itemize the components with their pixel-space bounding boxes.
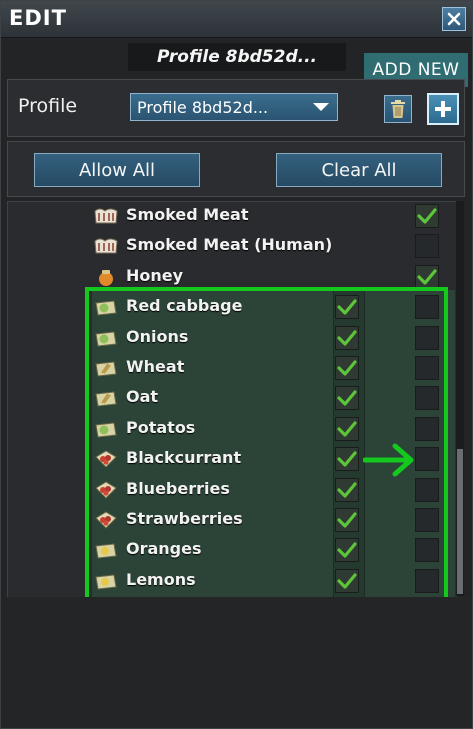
- allow-checkbox-right[interactable]: [415, 477, 439, 502]
- checkmark-icon: [337, 512, 357, 528]
- list-item: Red cabbage: [8, 292, 456, 322]
- allow-checkbox-left[interactable]: [335, 477, 359, 502]
- edit-window: EDIT Profile 8bd52d... ADD NEW Profile P…: [0, 0, 473, 729]
- berries-icon: [94, 509, 118, 531]
- allow-checkbox-left[interactable]: [335, 538, 359, 563]
- allow-checkbox-right[interactable]: [415, 234, 439, 259]
- allow-checkbox-left[interactable]: [335, 447, 359, 472]
- profile-panel: Profile Profile 8bd52d...: [7, 79, 465, 137]
- allow-checkbox-right[interactable]: [415, 568, 439, 593]
- grain-icon: [94, 387, 118, 409]
- window-title: EDIT: [9, 6, 67, 30]
- item-label: Blackcurrant: [126, 448, 242, 468]
- allow-checkbox-right[interactable]: [415, 447, 439, 472]
- checkmark-icon: [337, 299, 357, 315]
- fruit-icon: [94, 539, 118, 561]
- item-label: Blueberries: [126, 478, 230, 498]
- item-label: Red cabbage: [126, 296, 243, 316]
- checkmark-icon: [417, 208, 437, 224]
- list-item: Onions: [8, 323, 456, 353]
- allow-checkbox-right[interactable]: [415, 295, 439, 320]
- item-label: Oat: [126, 387, 159, 407]
- allow-checkbox-right[interactable]: [415, 386, 439, 411]
- allow-checkbox-right[interactable]: [415, 325, 439, 350]
- allow-checkbox-left[interactable]: [335, 416, 359, 441]
- vegetable-icon: [94, 327, 118, 349]
- grain-icon: [94, 357, 118, 379]
- allow-checkbox-right[interactable]: [415, 204, 439, 228]
- profile-label: Profile: [18, 95, 78, 117]
- meat-icon: [94, 235, 118, 257]
- berries-icon: [94, 448, 118, 470]
- list-item: Oat: [8, 383, 456, 413]
- item-label: Lemons: [126, 569, 196, 589]
- profile-dropdown[interactable]: Profile 8bd52d...: [130, 93, 338, 121]
- scrollbar[interactable]: [456, 201, 464, 596]
- checkmark-icon: [337, 542, 357, 558]
- list-item: Smoked Meat (Human): [8, 231, 456, 261]
- list-item: Wheat: [8, 353, 456, 383]
- list-item: Honey: [8, 262, 456, 292]
- checkmark-icon: [337, 481, 357, 498]
- allow-all-button[interactable]: Allow All: [34, 153, 200, 187]
- item-label: Smoked Meat: [126, 205, 249, 224]
- item-label: Smoked Meat (Human): [126, 235, 333, 255]
- vegetable-icon: [94, 296, 118, 318]
- checkmark-icon: [337, 329, 357, 346]
- delete-profile-button[interactable]: [384, 95, 412, 123]
- allow-checkbox-left[interactable]: [335, 356, 359, 380]
- list-item: Strawberries: [8, 505, 456, 535]
- allow-checkbox-right[interactable]: [415, 356, 439, 380]
- item-label: Honey: [126, 265, 184, 285]
- berries-icon: [94, 479, 118, 501]
- add-profile-button[interactable]: [427, 93, 459, 125]
- checkmark-icon: [337, 573, 357, 589]
- list-item: Lemons: [8, 566, 456, 596]
- close-icon: [447, 12, 461, 26]
- allow-checkbox-left[interactable]: [335, 508, 359, 532]
- plus-icon: [435, 101, 451, 117]
- list-item: Blueberries: [8, 475, 456, 505]
- allow-checkbox-left[interactable]: [335, 325, 359, 350]
- item-list: Smoked Meat Smoked Meat (Human) Honey Red c…: [7, 201, 457, 598]
- checkmark-icon: [337, 451, 357, 467]
- allow-checkbox-right[interactable]: [415, 416, 439, 441]
- allow-checkbox-right[interactable]: [415, 264, 439, 289]
- checkmark-icon: [417, 269, 437, 285]
- allow-checkbox-right[interactable]: [415, 538, 439, 563]
- item-label: Wheat: [126, 357, 185, 376]
- checkmark-icon: [337, 390, 357, 406]
- annotation-arrow-icon: [363, 443, 414, 477]
- clear-all-button[interactable]: Clear All: [276, 153, 442, 187]
- actions-panel: Allow All Clear All: [7, 141, 465, 197]
- item-label: Onions: [126, 326, 189, 346]
- title-bar: EDIT: [1, 1, 472, 38]
- item-label: Oranges: [126, 539, 202, 559]
- checkmark-icon: [337, 421, 357, 437]
- scrollbar-thumb[interactable]: [457, 449, 463, 594]
- list-item: Potatos: [8, 414, 456, 444]
- meat-icon: [94, 205, 118, 227]
- allow-checkbox-left[interactable]: [335, 295, 359, 320]
- item-label: Strawberries: [126, 509, 243, 528]
- trash-icon: [391, 100, 405, 118]
- item-label: Potatos: [126, 417, 196, 437]
- allow-checkbox-right[interactable]: [415, 508, 439, 532]
- window-footer: [1, 597, 472, 728]
- honey-icon: [94, 266, 118, 288]
- allow-checkbox-left[interactable]: [335, 568, 359, 593]
- vegetable-icon: [94, 418, 118, 440]
- close-button[interactable]: [442, 7, 466, 31]
- allow-checkbox-left[interactable]: [335, 386, 359, 411]
- list-item: Oranges: [8, 535, 456, 565]
- list-item: Smoked Meat: [8, 202, 456, 231]
- profile-name-header: Profile 8bd52d...: [128, 43, 346, 71]
- fruit-icon: [94, 570, 118, 592]
- checkmark-icon: [337, 360, 357, 376]
- profile-dropdown-value: Profile 8bd52d...: [137, 97, 269, 117]
- chevron-down-icon: [313, 103, 329, 111]
